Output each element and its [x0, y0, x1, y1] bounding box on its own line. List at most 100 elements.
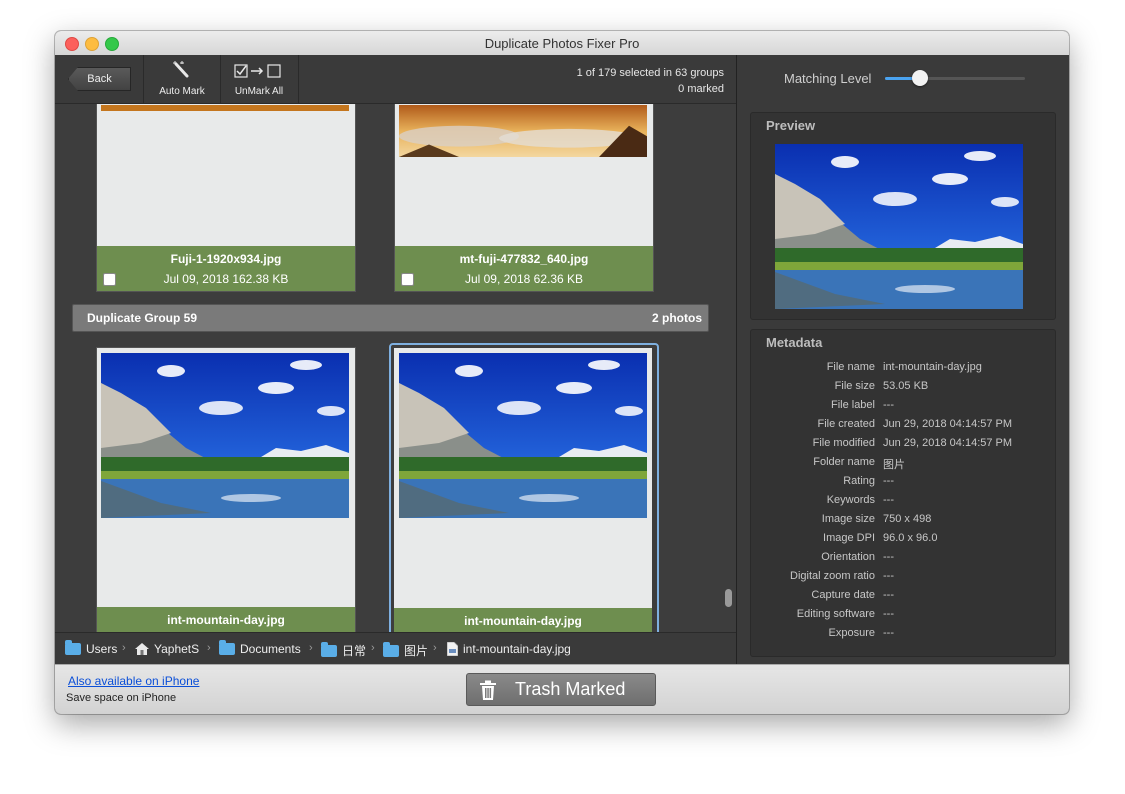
- metadata-value: ---: [883, 627, 894, 639]
- metadata-key: Digital zoom ratio: [790, 570, 875, 582]
- photo-card-footer: Fuji-1-1920x934.jpg Jul 09, 2018 162.38 …: [97, 246, 355, 291]
- metadata-key: Folder name: [813, 456, 875, 468]
- metadata-row: Keywords ---: [751, 494, 1055, 513]
- metadata-value: 图片: [883, 459, 905, 471]
- metadata-row: Orientation ---: [751, 551, 1055, 570]
- preview-panel: Preview: [750, 112, 1056, 320]
- path-item-documents[interactable]: Documents: [219, 640, 301, 656]
- back-button[interactable]: Back: [68, 67, 131, 91]
- metadata-value: 96.0 x 96.0: [883, 532, 938, 544]
- photo-card-footer: int-mountain-day.jpg: [97, 607, 355, 632]
- chevron-right-icon: ›: [433, 642, 437, 654]
- metadata-key: File label: [830, 399, 875, 411]
- metadata-row: Rating ---: [751, 475, 1055, 494]
- preview-title: Preview: [766, 118, 816, 133]
- metadata-key: File created: [817, 418, 875, 430]
- home-icon: [135, 643, 149, 655]
- metadata-value: ---: [883, 570, 894, 582]
- metadata-key: File name: [826, 361, 875, 373]
- path-item-label: YaphetS: [154, 642, 200, 656]
- photo-card-selected[interactable]: int-mountain-day.jpg: [389, 343, 659, 632]
- path-bar: Users › YaphetS › Documents › 日常 › 图片 › …: [55, 632, 736, 665]
- metadata-value: Jun 29, 2018 04:14:57 PM: [883, 437, 1013, 449]
- photo-card[interactable]: mt-fuji-477832_640.jpg Jul 09, 2018 62.3…: [394, 104, 654, 292]
- metadata-row: Image size 750 x 498: [751, 513, 1055, 532]
- photo-grid[interactable]: Fuji-1-1920x934.jpg Jul 09, 2018 162.38 …: [55, 104, 736, 632]
- metadata-row: File label ---: [751, 399, 1055, 418]
- metadata-row: File size 53.05 KB: [751, 380, 1055, 399]
- results-pane: Back Auto Mark UnMark All 1 of 179 selec…: [55, 55, 736, 665]
- window-title: Duplicate Photos Fixer Pro: [484, 36, 640, 51]
- metadata-key: Keywords: [826, 494, 875, 506]
- metadata-key: Orientation: [821, 551, 875, 563]
- metadata-key: Editing software: [796, 608, 875, 620]
- metadata-key: Capture date: [811, 589, 875, 601]
- matching-level-slider-knob[interactable]: [912, 70, 928, 86]
- duplicate-group-header[interactable]: Duplicate Group 59 2 photos: [72, 304, 709, 332]
- photo-meta: Jul 09, 2018 62.36 KB: [464, 272, 584, 286]
- metadata-key: File size: [834, 380, 875, 392]
- unmark-all-label: UnMark All: [234, 86, 284, 97]
- photo-filename: int-mountain-day.jpg: [167, 613, 285, 627]
- photo-thumbnail: [399, 353, 647, 518]
- metadata-value: ---: [883, 494, 894, 506]
- photo-filename: mt-fuji-477832_640.jpg: [459, 252, 589, 266]
- metadata-row: File created Jun 29, 2018 04:14:57 PM: [751, 418, 1055, 437]
- path-item-daily[interactable]: 日常: [321, 641, 367, 659]
- metadata-value: ---: [883, 608, 894, 620]
- metadata-row: File modified Jun 29, 2018 04:14:57 PM: [751, 437, 1055, 456]
- photo-card[interactable]: Fuji-1-1920x934.jpg Jul 09, 2018 162.38 …: [96, 104, 356, 292]
- metadata-value: ---: [883, 589, 894, 601]
- matching-level-track[interactable]: [885, 77, 1025, 80]
- photo-card[interactable]: int-mountain-day.jpg: [96, 347, 356, 632]
- bottom-bar: Also available on iPhone Save space on i…: [55, 664, 1069, 714]
- trash-marked-button[interactable]: Trash Marked: [466, 673, 656, 706]
- toolbar: Back Auto Mark UnMark All 1 of 179 selec…: [55, 55, 736, 104]
- unmark-all-button[interactable]: UnMark All: [221, 55, 297, 103]
- iphone-subtitle: Save space on iPhone: [66, 692, 177, 704]
- metadata-value: ---: [883, 399, 894, 411]
- folder-icon: [219, 640, 235, 655]
- mark-checkbox[interactable]: [401, 273, 414, 286]
- scrollbar-thumb[interactable]: [725, 589, 732, 607]
- mark-checkbox[interactable]: [103, 273, 116, 286]
- metadata-row: File name int-mountain-day.jpg: [751, 361, 1055, 380]
- metadata-key: File modified: [812, 437, 875, 449]
- path-item-home[interactable]: YaphetS: [135, 642, 199, 656]
- metadata-value: ---: [883, 475, 894, 487]
- trash-icon: [480, 680, 496, 700]
- chevron-right-icon: ›: [122, 642, 126, 654]
- auto-mark-label: Auto Mark: [159, 86, 205, 97]
- chevron-right-icon: ›: [309, 642, 313, 654]
- photo-thumbnail: [399, 105, 647, 157]
- metadata-value: int-mountain-day.jpg: [883, 361, 982, 373]
- metadata-row: Exposure ---: [751, 627, 1055, 646]
- folder-icon: [383, 641, 399, 657]
- preview-image: [775, 144, 1023, 309]
- photo-filename: Fuji-1-1920x934.jpg: [170, 252, 282, 266]
- selection-summary: 1 of 179 selected in 63 groups 0 marked: [577, 65, 724, 97]
- metadata-row: Folder name 图片: [751, 456, 1055, 475]
- metadata-key: Rating: [843, 475, 875, 487]
- path-item-users[interactable]: Users: [65, 640, 118, 656]
- photo-meta: Jul 09, 2018 162.38 KB: [163, 272, 289, 286]
- photo-filename: int-mountain-day.jpg: [464, 614, 582, 628]
- photo-card-body: int-mountain-day.jpg: [394, 348, 652, 632]
- unmark-all-icon: [234, 64, 281, 78]
- path-item-pictures[interactable]: 图片: [383, 641, 428, 659]
- metadata-value: ---: [883, 551, 894, 563]
- path-item-label: 日常: [342, 644, 367, 658]
- path-item-label: Users: [86, 642, 118, 656]
- path-item-label: Documents: [240, 642, 301, 656]
- metadata-value: 750 x 498: [883, 513, 932, 525]
- photo-card-footer: int-mountain-day.jpg: [394, 608, 652, 632]
- group-name: Duplicate Group 59: [87, 311, 198, 325]
- iphone-link[interactable]: Also available on iPhone: [68, 674, 199, 688]
- path-item-file[interactable]: int-mountain-day.jpg: [447, 642, 571, 656]
- toolbar-divider: [298, 55, 299, 103]
- auto-mark-button[interactable]: Auto Mark: [144, 55, 220, 103]
- metadata-title: Metadata: [766, 335, 823, 350]
- trash-marked-label: Trash Marked: [515, 679, 626, 699]
- metadata-row: Capture date ---: [751, 589, 1055, 608]
- file-icon: [447, 642, 458, 656]
